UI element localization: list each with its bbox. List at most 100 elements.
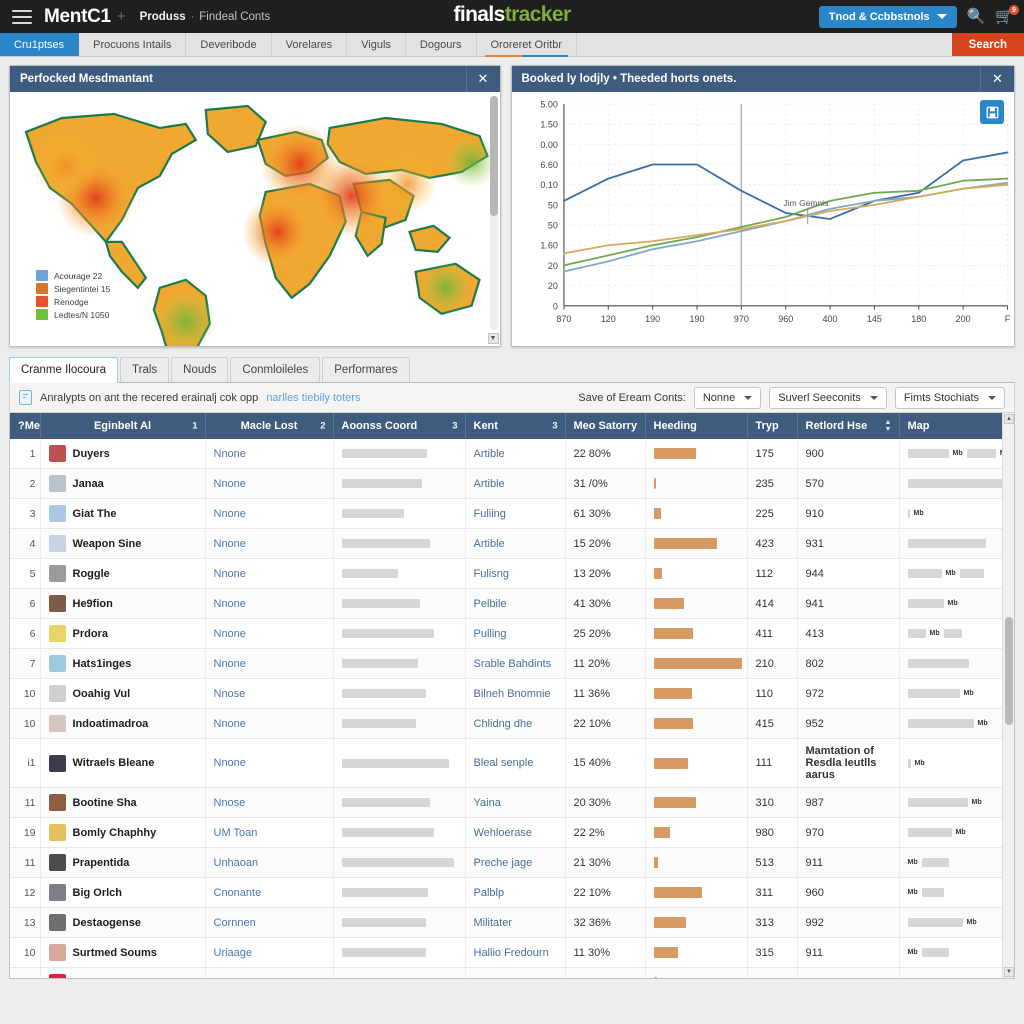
row-name[interactable]: Weif xyxy=(40,967,206,978)
row-made-last[interactable]: Nnone xyxy=(205,648,334,679)
table-row[interactable]: 3 Giat The Nnone Fuliing 61 30% 225 910 Mb xyxy=(10,498,1014,529)
map-scroll-thumb[interactable] xyxy=(489,96,498,216)
table-row[interactable]: 2 Janaa Nnone Artible 31 /0% 235 570 xyxy=(10,468,1014,499)
tab-trals[interactable]: Trals xyxy=(120,357,170,382)
tab-performares[interactable]: Performares xyxy=(322,357,410,382)
chevron-down-icon[interactable]: ▼ xyxy=(1004,967,1014,977)
row-made-last[interactable]: Nnone xyxy=(205,468,334,499)
table-row[interactable]: 13 Destaogense Cornnen Militater 32 36% 313 99… xyxy=(10,907,1014,938)
row-kent[interactable]: Preche jage xyxy=(465,847,566,878)
row-map[interactable] xyxy=(899,648,1014,679)
row-kent[interactable]: Militater xyxy=(465,907,566,938)
row-kent[interactable]: Palblp xyxy=(465,877,566,908)
row-map[interactable]: Mb xyxy=(899,787,1014,818)
tab-cranme-ilocoura[interactable]: Cranme Ilocoura xyxy=(9,357,119,383)
row-kent[interactable]: Artible xyxy=(465,468,566,499)
row-made-last[interactable]: Nnose xyxy=(205,678,334,709)
row-kent[interactable]: Bilneh Bnomnie xyxy=(465,678,566,709)
breadcrumb-secondary[interactable]: Findeal Conts xyxy=(199,11,270,23)
nav-item-3[interactable]: Vorelares xyxy=(272,33,348,56)
row-kent[interactable]: Wehloerase xyxy=(465,817,566,848)
nav-item-6[interactable]: Ororeret Oritbr xyxy=(477,33,578,57)
table-row[interactable]: 4 Weapon Sine Nnone Artible 15 20% 423 931 xyxy=(10,528,1014,559)
sort-arrows-icon[interactable]: ▲▼ xyxy=(885,419,892,433)
table-row[interactable]: 25 Weif Nalmees Gdo /Jate47 30% 311952Mi xyxy=(10,967,1014,978)
row-made-last[interactable]: Cornnen xyxy=(205,907,334,938)
col-retlord-hse[interactable]: Retlord Hse ▲▼ xyxy=(797,413,900,439)
row-made-last[interactable]: Uriaage xyxy=(205,937,334,968)
row-kent[interactable]: Pulling xyxy=(465,618,566,649)
close-icon[interactable]: ✕ xyxy=(980,66,1014,92)
save-icon[interactable] xyxy=(980,100,1004,124)
row-map[interactable]: Mi xyxy=(899,967,1014,978)
row-name[interactable]: Indoatimadroa xyxy=(40,708,206,739)
nav-item-4[interactable]: Viguls xyxy=(347,33,406,56)
table-row[interactable]: 6 He9fion Nnone Pelbile 41 30% 414 941 Mb xyxy=(10,588,1014,619)
row-name[interactable]: Prapentida xyxy=(40,847,206,878)
col-index[interactable]: ?Me xyxy=(10,413,41,439)
col-heeding[interactable]: Heeding xyxy=(645,413,748,439)
row-made-last[interactable]: UM Toan xyxy=(205,817,334,848)
table-row[interactable]: 7 Hats1inges Nnone Srable Bahdints 11 20% 210… xyxy=(10,648,1014,679)
col-name[interactable]: Eginbelt Al 1 xyxy=(40,413,206,439)
row-map[interactable] xyxy=(899,468,1014,499)
row-kent[interactable]: Gdo /Jate xyxy=(465,967,566,978)
row-made-last[interactable]: Nnone xyxy=(205,708,334,739)
row-map[interactable]: Mb xyxy=(899,498,1014,529)
row-name[interactable]: He9fion xyxy=(40,588,206,619)
row-map[interactable]: MbMi xyxy=(899,439,1014,469)
breadcrumb-primary[interactable]: Produss xyxy=(140,11,186,23)
table-row[interactable]: 10 Surtmed Soums Uriaage Hallio Fredourn 11 … xyxy=(10,937,1014,968)
row-map[interactable]: Mb xyxy=(899,558,1014,589)
nav-item-2[interactable]: Deveribode xyxy=(186,33,272,56)
nav-item-0[interactable]: Cru1ptses xyxy=(0,33,80,56)
col-made-last[interactable]: Macle Lost 2 xyxy=(205,413,334,439)
row-name[interactable]: Janaa xyxy=(40,468,206,499)
row-map[interactable]: Mb xyxy=(899,738,1014,788)
tab-nouds[interactable]: Nouds xyxy=(171,357,229,382)
row-map[interactable]: Mb xyxy=(899,847,1014,878)
row-kent[interactable]: Artible xyxy=(465,528,566,559)
sort-indicator[interactable]: 1 xyxy=(192,421,197,432)
row-name[interactable]: Destaogense xyxy=(40,907,206,938)
table-row[interactable]: 5 Roggle Nnone Fulisng 13 20% 112 944 Mb xyxy=(10,558,1014,589)
col-tryp[interactable]: Tryp xyxy=(747,413,798,439)
row-kent[interactable]: Bleal senple xyxy=(465,738,566,788)
none-select[interactable]: Nonne xyxy=(693,386,762,409)
col-access-coord[interactable]: Aoonss Coord 3 xyxy=(333,413,466,439)
row-name[interactable]: Witraels Bleane xyxy=(40,738,206,788)
row-made-last[interactable]: Nnone xyxy=(205,588,334,619)
map-scrollbar[interactable] xyxy=(489,96,498,330)
tab-conmloileles[interactable]: Conmloileles xyxy=(230,357,321,382)
row-map[interactable]: Mb xyxy=(899,708,1014,739)
row-kent[interactable]: Yaina xyxy=(465,787,566,818)
search-icon[interactable]: 🔍 xyxy=(967,9,986,24)
row-made-last[interactable]: Unhaoan xyxy=(205,847,334,878)
col-mea-satorry[interactable]: Meo Satorry xyxy=(565,413,646,439)
table-scroll-thumb[interactable] xyxy=(1005,617,1013,725)
table-row[interactable]: 11 Bootine Sha Nnose Yaina 20 30% 310 987 Mb xyxy=(10,787,1014,818)
table-row[interactable]: 10 Ooahig Vul Nnose Bilneh Bnomnie 11 36% 110… xyxy=(10,678,1014,709)
row-made-last[interactable]: Nnone xyxy=(205,528,334,559)
hamburger-icon[interactable] xyxy=(12,9,32,24)
chevron-up-icon[interactable]: ▲ xyxy=(1004,414,1014,424)
table-row[interactable]: i1 Witraels Bleane Nnone Bleal senple 15 40%… xyxy=(10,738,1014,788)
row-kent[interactable]: Hallio Fredourn xyxy=(465,937,566,968)
row-made-last[interactable]: Nnone xyxy=(205,558,334,589)
row-made-last[interactable]: Nnone xyxy=(205,738,334,788)
row-made-last[interactable]: Nnone xyxy=(205,618,334,649)
row-kent[interactable]: Artible xyxy=(465,439,566,469)
row-map[interactable]: Mb xyxy=(899,817,1014,848)
row-name[interactable]: Roggle xyxy=(40,558,206,589)
cart-icon[interactable]: 🛒 9 xyxy=(995,5,1019,24)
row-made-last[interactable]: Cnonante xyxy=(205,877,334,908)
sort-indicator[interactable]: 3 xyxy=(552,421,557,432)
row-map[interactable]: Mb xyxy=(899,937,1014,968)
chevron-down-icon[interactable]: ▼ xyxy=(487,333,499,344)
close-icon[interactable]: ✕ xyxy=(465,66,500,92)
row-kent[interactable]: Fuliing xyxy=(465,498,566,529)
row-kent[interactable]: Chlidng dhe xyxy=(465,708,566,739)
sort-indicator[interactable]: 2 xyxy=(320,421,325,432)
trend-line-chart[interactable]: 5.001.500.006.600.1050501.6020200870 120 1… xyxy=(512,92,1014,346)
table-row[interactable]: 1 Duyers Nnone Artible22 80% 175900MbMi xyxy=(10,439,1014,469)
